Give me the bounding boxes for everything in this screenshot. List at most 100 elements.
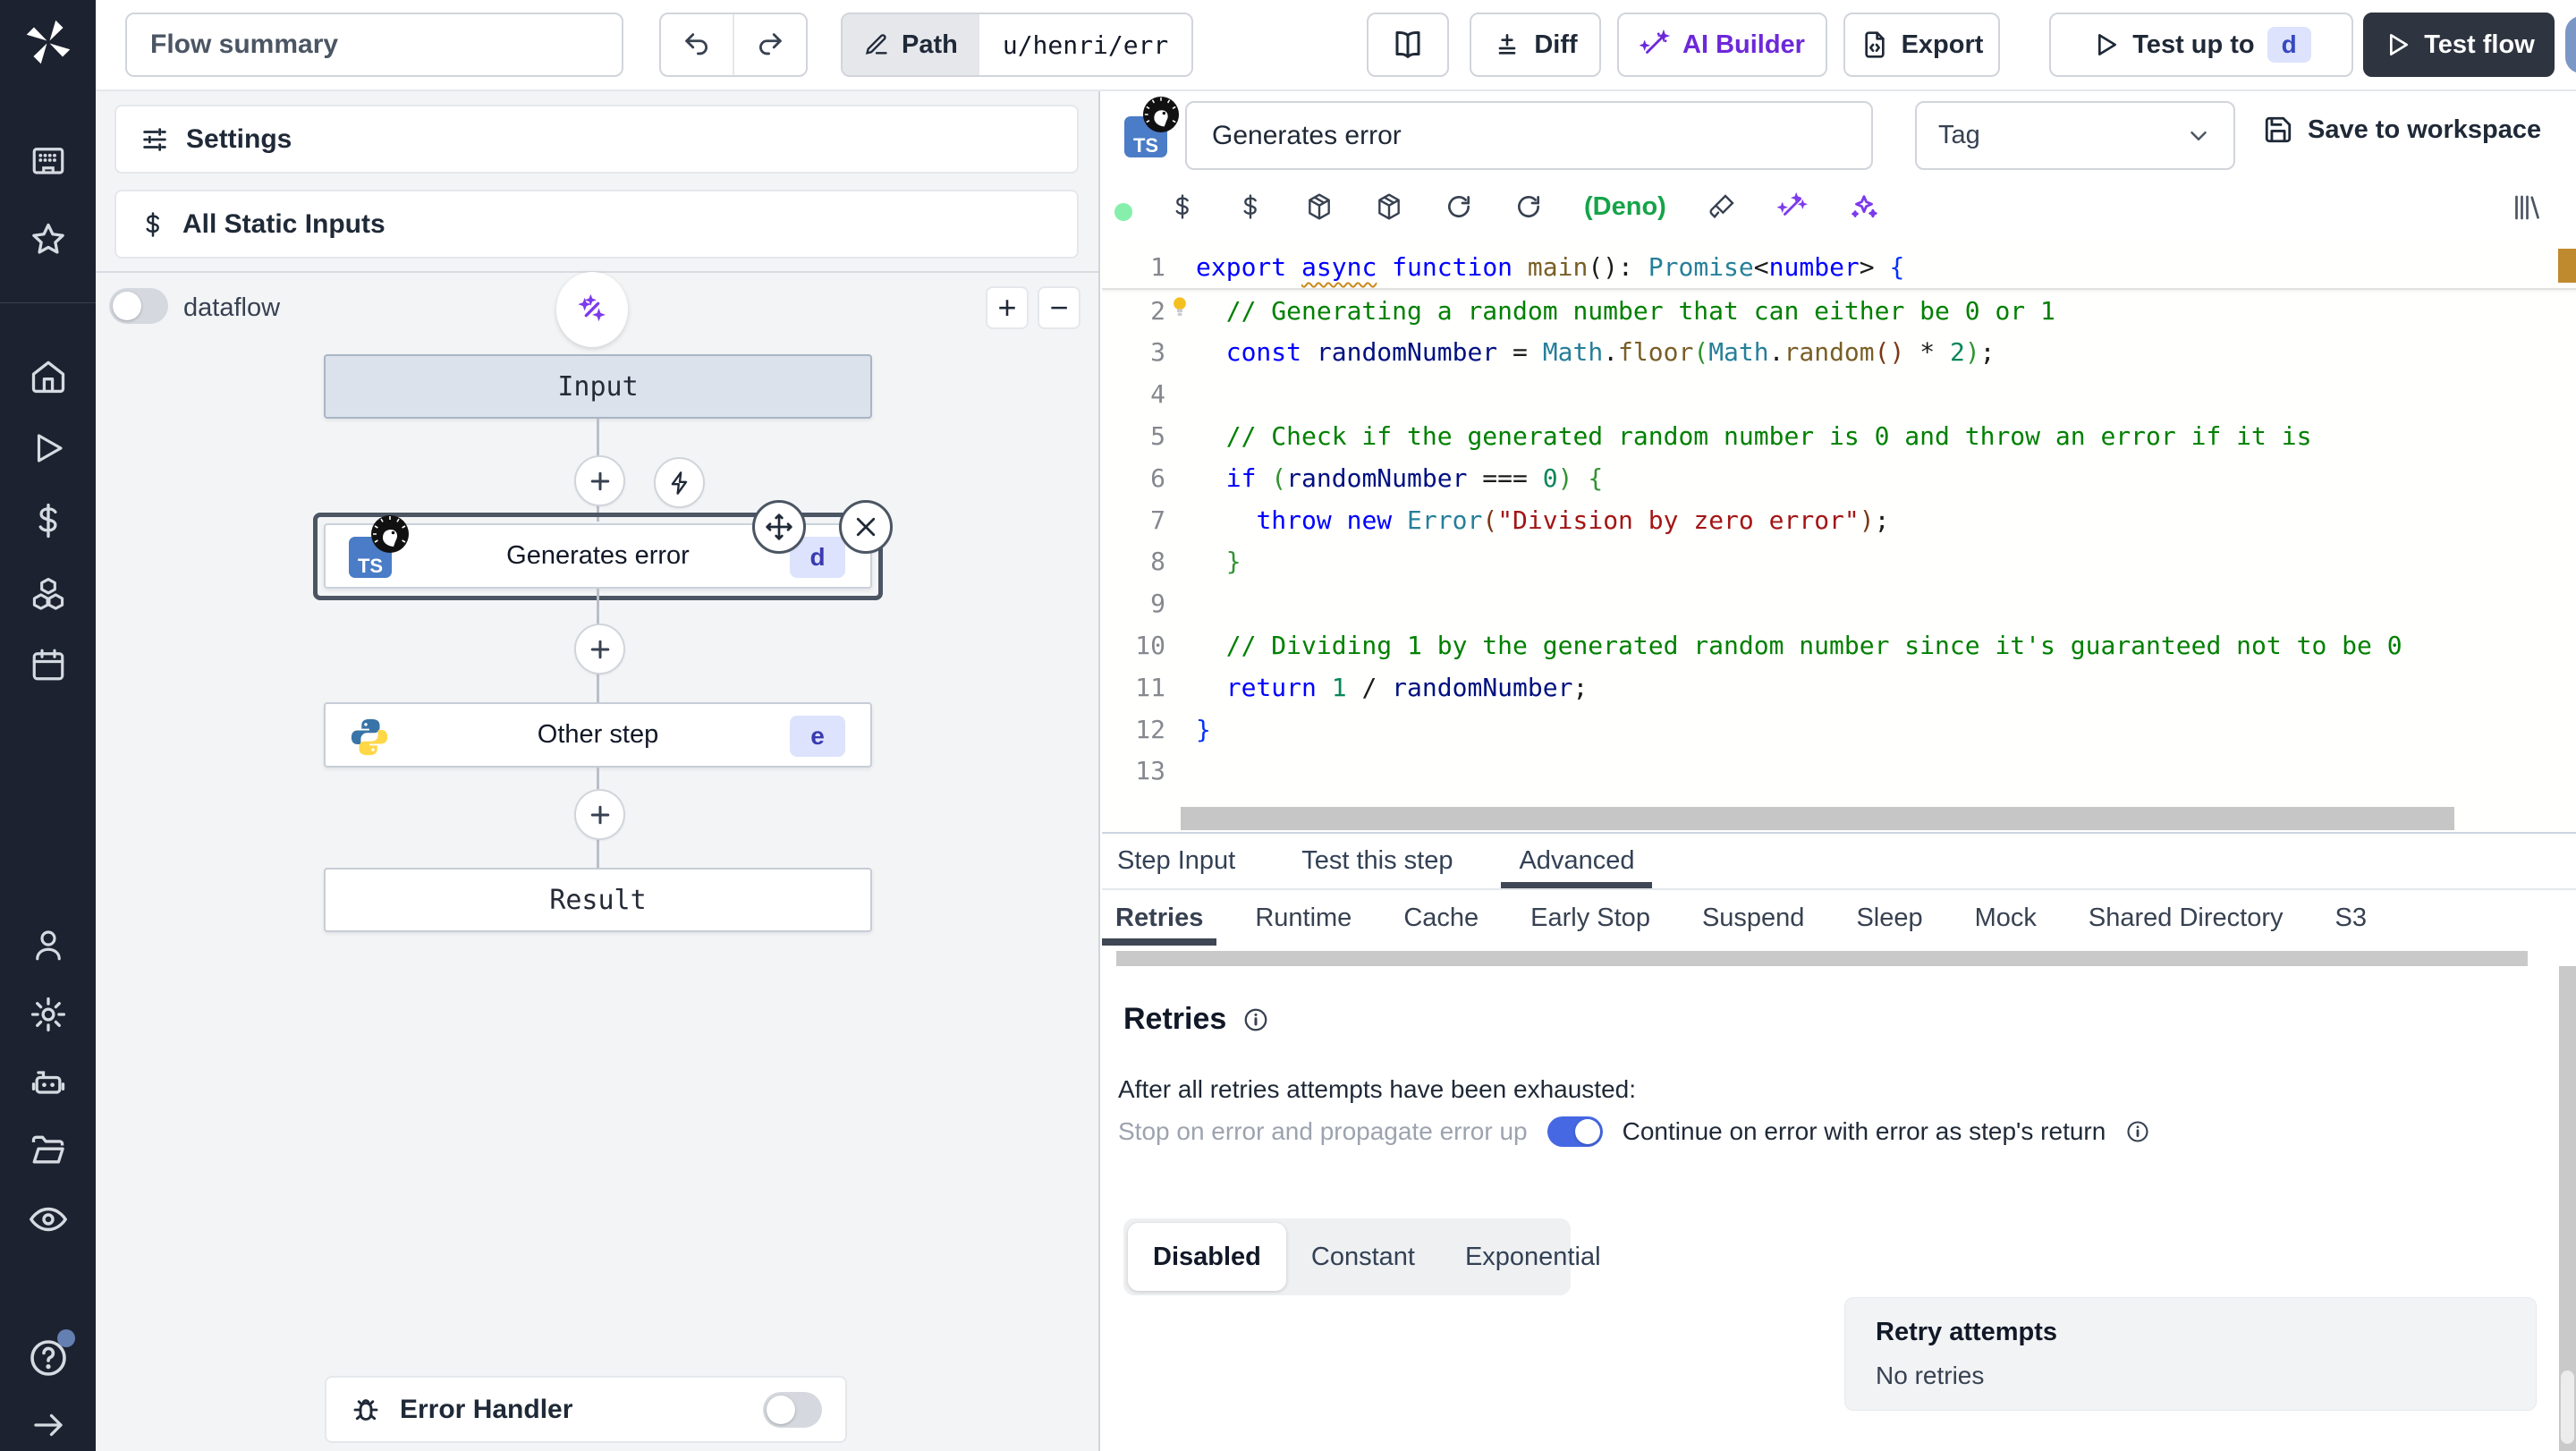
scrollbar-thumb[interactable] [2561, 1370, 2574, 1444]
code-line-7[interactable]: 7 throw new Error("Division by zero erro… [1102, 499, 2576, 541]
save-to-workspace-button[interactable]: Save to workspace [2263, 115, 2541, 145]
home-icon[interactable] [0, 356, 96, 395]
add-trigger-button[interactable] [654, 457, 705, 508]
subtab-shared-directory[interactable]: Shared Directory [2075, 892, 2297, 944]
static-inputs-button[interactable]: All Static Inputs [114, 190, 1079, 259]
diff-button[interactable]: Diff [1470, 13, 1601, 77]
undo-button[interactable] [661, 14, 734, 75]
user-icon[interactable] [0, 926, 96, 963]
docs-button[interactable] [1367, 13, 1449, 77]
code-editor[interactable]: 1 export async function main(): Promise<n… [1102, 242, 2576, 834]
stop-on-error-label[interactable]: Stop on error and propagate error up [1118, 1117, 1528, 1146]
info-icon[interactable] [1242, 1006, 1269, 1033]
input-node[interactable]: Input [324, 354, 872, 419]
panel-vertical-scrollbar[interactable] [2559, 966, 2576, 1451]
subtab-retries[interactable]: Retries [1102, 892, 1217, 946]
subtab-runtime[interactable]: Runtime [1241, 892, 1365, 944]
insert-step-button[interactable] [574, 624, 625, 675]
editor-horizontal-scrollbar[interactable] [1181, 807, 2454, 830]
package-icon[interactable] [1375, 192, 1403, 221]
result-node[interactable]: Result [324, 868, 872, 932]
code-line-2[interactable]: 2 // Generating a random number that can… [1102, 290, 2576, 332]
code-line-10[interactable]: 10 // Dividing 1 by the generated random… [1102, 624, 2576, 666]
deno-indicator[interactable]: (Deno) [1584, 192, 1666, 222]
code-line-12[interactable]: 12} [1102, 709, 2576, 751]
error-handler-card[interactable]: Error Handler [325, 1376, 847, 1443]
path-value-field[interactable]: u/henri/err [979, 14, 1192, 75]
dataflow-toggle[interactable] [109, 288, 168, 324]
path-button[interactable]: Path [843, 14, 979, 75]
error-handler-toggle[interactable] [763, 1391, 822, 1428]
folders-icon[interactable] [0, 1131, 96, 1170]
test-up-to-button[interactable]: Test up to d [2049, 13, 2353, 77]
retry-mode-disabled[interactable]: Disabled [1128, 1223, 1286, 1291]
code-line-5[interactable]: 5 // Check if the generated random numbe… [1102, 415, 2576, 457]
variables-dollar-icon[interactable] [0, 502, 96, 539]
export-button[interactable]: Export [1843, 13, 2000, 77]
resources-dollar-icon[interactable] [1237, 192, 1264, 221]
workspace-building-icon[interactable] [0, 141, 96, 179]
subtab-cache[interactable]: Cache [1390, 892, 1492, 944]
retry-mode-exponential[interactable]: Exponential [1440, 1223, 1626, 1291]
zoom-out-button[interactable]: − [1038, 286, 1080, 329]
tag-select[interactable]: Tag [1915, 101, 2235, 170]
user-avatar[interactable] [2565, 16, 2576, 73]
subtab-early-stop[interactable]: Early Stop [1517, 892, 1664, 944]
move-step-button[interactable] [752, 500, 806, 554]
subtab-suspend[interactable]: Suspend [1689, 892, 1818, 944]
tab-advanced[interactable]: Advanced [1501, 834, 1653, 889]
code-line-8[interactable]: 8 } [1102, 541, 2576, 583]
subtab-sleep[interactable]: Sleep [1843, 892, 1936, 944]
tab-test-this-step[interactable]: Test this step [1284, 834, 1470, 887]
insert-step-button[interactable] [574, 455, 625, 506]
library-icon[interactable] [2508, 191, 2544, 224]
collapse-arrow-right-icon[interactable] [0, 1406, 96, 1444]
help-question-icon[interactable] [0, 1329, 96, 1379]
insert-step-button[interactable] [574, 789, 625, 840]
reload-icon[interactable] [1514, 192, 1543, 221]
code-line-4[interactable]: 4 [1102, 373, 2576, 415]
windmill-logo-icon[interactable] [0, 14, 96, 70]
format-brush-icon[interactable] [1707, 192, 1736, 221]
path-value: u/henri/err [1002, 30, 1169, 60]
tab-step-input[interactable]: Step Input [1102, 834, 1253, 887]
workers-robot-icon[interactable] [0, 1063, 96, 1102]
subtab-mock[interactable]: Mock [1962, 892, 2050, 944]
flow-summary-input[interactable]: Flow summary [125, 13, 623, 77]
lightbulb-icon[interactable] [1166, 293, 1193, 320]
ai-builder-button[interactable]: AI Builder [1617, 13, 1827, 77]
redo-button[interactable] [734, 14, 806, 75]
zoom-in-button[interactable]: + [986, 286, 1029, 329]
code-line-11[interactable]: 11 return 1 / randomNumber; [1102, 666, 2576, 709]
runs-play-icon[interactable] [0, 429, 96, 467]
step-node-other-step[interactable]: Other step e [324, 702, 872, 768]
flow-settings-button[interactable]: Settings [114, 105, 1079, 174]
retry-mode-segmented-control: Disabled Constant Exponential [1123, 1218, 1601, 1295]
ai-flow-wand-button[interactable] [556, 272, 628, 347]
test-flow-button[interactable]: Test flow [2363, 13, 2555, 77]
continue-on-error-toggle[interactable] [1546, 1116, 1603, 1147]
subtabs-horizontal-scrollbar[interactable] [1116, 951, 2528, 966]
line-number: 8 [1150, 547, 1165, 577]
sparkles-icon[interactable] [1849, 191, 1879, 222]
code-line-6[interactable]: 6 if (randomNumber === 0) { [1102, 457, 2576, 499]
code-line-1[interactable]: 1 export async function main(): Promise<n… [1102, 246, 2576, 290]
variables-dollar-icon[interactable] [1169, 192, 1196, 221]
resources-cubes-icon[interactable] [0, 574, 96, 614]
step-name-input[interactable]: Generates error [1185, 101, 1873, 170]
ai-wand-icon[interactable] [1776, 191, 1808, 222]
refresh-icon[interactable] [1445, 192, 1473, 221]
code-line-3[interactable]: 3 const randomNumber = Math.floor(Math.r… [1102, 332, 2576, 374]
favorites-star-icon[interactable] [0, 220, 96, 259]
schedules-calendar-icon[interactable] [0, 646, 96, 683]
step-editor-panel: TS Generates error Tag Save to workspace [1102, 91, 2576, 1451]
retry-mode-constant[interactable]: Constant [1286, 1223, 1440, 1291]
package-icon[interactable] [1305, 192, 1334, 221]
settings-gear-icon[interactable] [0, 995, 96, 1034]
delete-step-button[interactable] [839, 500, 893, 554]
code-line-9[interactable]: 9 [1102, 582, 2576, 624]
subtab-s3[interactable]: S3 [2322, 892, 2380, 944]
code-line-13[interactable]: 13 [1102, 751, 2576, 793]
info-icon[interactable] [2125, 1119, 2150, 1144]
audit-eye-icon[interactable] [0, 1199, 96, 1240]
